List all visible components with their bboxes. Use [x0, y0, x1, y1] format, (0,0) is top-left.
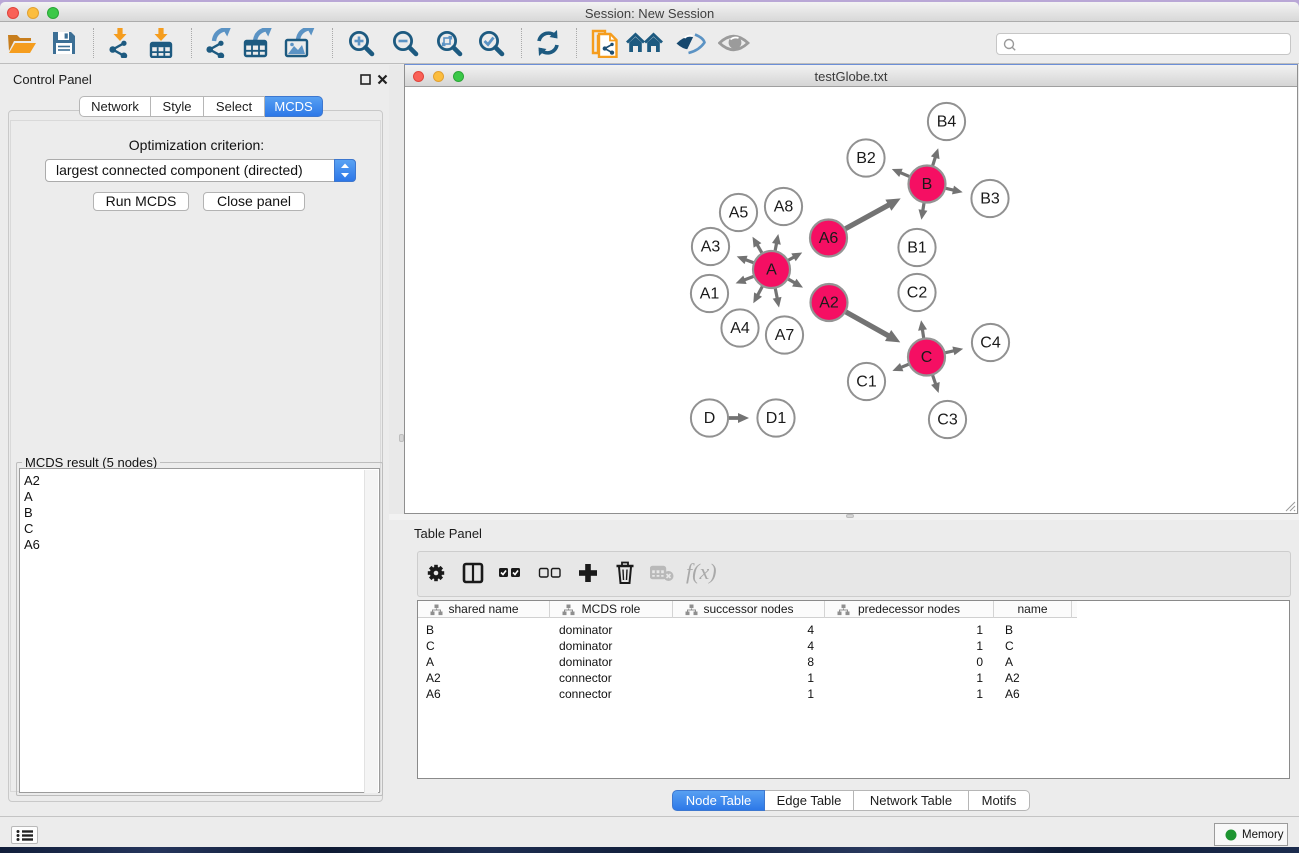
svg-text:A3: A3	[701, 239, 721, 256]
svg-text:D1: D1	[766, 410, 787, 427]
svg-text:D: D	[704, 410, 716, 427]
svg-text:B4: B4	[937, 114, 957, 131]
svg-text:A: A	[766, 262, 777, 279]
svg-text:B: B	[922, 176, 933, 193]
svg-text:A5: A5	[729, 205, 749, 222]
svg-text:A7: A7	[775, 327, 795, 344]
svg-text:A2: A2	[819, 295, 839, 312]
svg-text:B1: B1	[907, 240, 927, 257]
svg-text:A8: A8	[774, 199, 794, 216]
svg-text:C3: C3	[937, 412, 958, 429]
svg-text:C: C	[921, 349, 933, 366]
svg-text:C2: C2	[907, 285, 928, 302]
svg-text:A6: A6	[819, 230, 839, 247]
svg-text:A1: A1	[700, 286, 720, 303]
svg-text:C1: C1	[856, 374, 877, 391]
svg-text:B2: B2	[856, 150, 876, 167]
svg-text:B3: B3	[980, 191, 1000, 208]
svg-text:A4: A4	[730, 320, 750, 337]
svg-text:C4: C4	[980, 335, 1001, 352]
